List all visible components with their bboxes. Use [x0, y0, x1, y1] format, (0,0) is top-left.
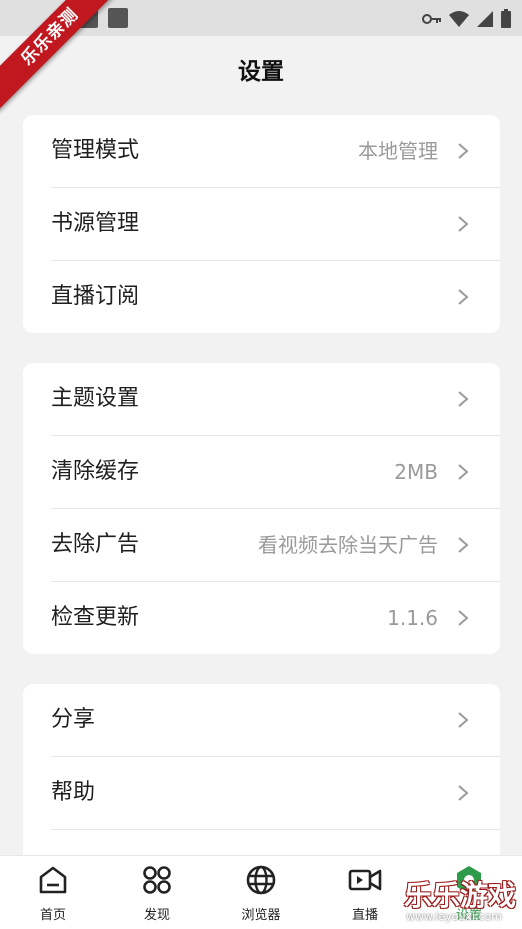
row-label: 主题设置: [51, 386, 140, 411]
settings-row-check-update[interactable]: 检查更新 1.1.6: [51, 582, 500, 654]
row-label: 检查更新: [51, 605, 140, 630]
settings-row-clear-cache[interactable]: 清除缓存 2MB: [51, 436, 500, 509]
chevron-right-icon: [458, 143, 469, 159]
settings-row-remove-ads[interactable]: 去除广告 看视频去除当天广告: [51, 509, 500, 582]
row-value: 1.1.6: [387, 606, 438, 630]
notification-icon: [108, 8, 128, 28]
key-icon: [422, 14, 441, 24]
chevron-right-icon: [458, 785, 469, 801]
signal-icon: [477, 11, 493, 27]
tab-label: 发现: [143, 908, 170, 923]
tab-label: 首页: [39, 908, 66, 923]
settings-row-help[interactable]: 帮助: [51, 757, 500, 830]
home-icon: [39, 866, 67, 894]
chevron-right-icon: [458, 391, 469, 407]
grid-icon: [143, 866, 171, 894]
wifi-icon: [449, 11, 469, 27]
tab-live[interactable]: 直播: [315, 856, 415, 929]
tab-label: 直播: [351, 908, 378, 923]
watermark-brand-text: 乐乐游戏: [403, 879, 516, 912]
chevron-right-icon: [458, 712, 469, 728]
settings-row-live-subscribe[interactable]: 直播订阅: [51, 261, 500, 333]
globe-icon: [246, 865, 276, 895]
row-label: 直播订阅: [51, 284, 140, 309]
settings-row-theme[interactable]: 主题设置: [51, 363, 500, 436]
row-value: 本地管理: [358, 139, 438, 163]
chevron-right-icon: [458, 610, 469, 626]
status-icons: [422, 9, 512, 29]
row-label: 管理模式: [51, 138, 140, 163]
tab-label: 浏览器: [241, 908, 281, 923]
chevron-right-icon: [458, 289, 469, 305]
tab-discover[interactable]: 发现: [107, 856, 207, 929]
row-label: 分享: [51, 707, 96, 732]
page-title: 设置: [238, 59, 284, 85]
settings-row-manage-mode[interactable]: 管理模式 本地管理: [51, 115, 500, 188]
chevron-right-icon: [458, 216, 469, 232]
video-icon: [348, 869, 382, 891]
settings-card-app: 主题设置 清除缓存 2MB 去除广告 看视频去除当天广告 检查更新 1.1.6: [23, 363, 500, 654]
row-value: 2MB: [394, 460, 438, 484]
settings-card-general: 管理模式 本地管理 书源管理 直播订阅: [23, 115, 500, 333]
settings-row-book-source[interactable]: 书源管理: [51, 188, 500, 261]
watermark-url-text: www.leyouxi.com: [405, 910, 502, 923]
settings-row-share[interactable]: 分享: [51, 684, 500, 757]
row-label: 书源管理: [51, 211, 140, 236]
tab-home[interactable]: 首页: [3, 856, 103, 929]
battery-icon: [501, 9, 511, 28]
tab-browser[interactable]: 浏览器: [211, 856, 311, 929]
watermark-logo: 乐乐游戏 www.leyouxi.com: [402, 874, 520, 926]
settings-card-more: 分享 帮助: [23, 684, 500, 884]
chevron-right-icon: [458, 464, 469, 480]
chevron-right-icon: [458, 537, 469, 553]
row-label: 帮助: [51, 780, 96, 805]
row-value: 看视频去除当天广告: [258, 533, 438, 557]
row-label: 清除缓存: [51, 459, 140, 484]
row-label: 去除广告: [51, 532, 140, 557]
